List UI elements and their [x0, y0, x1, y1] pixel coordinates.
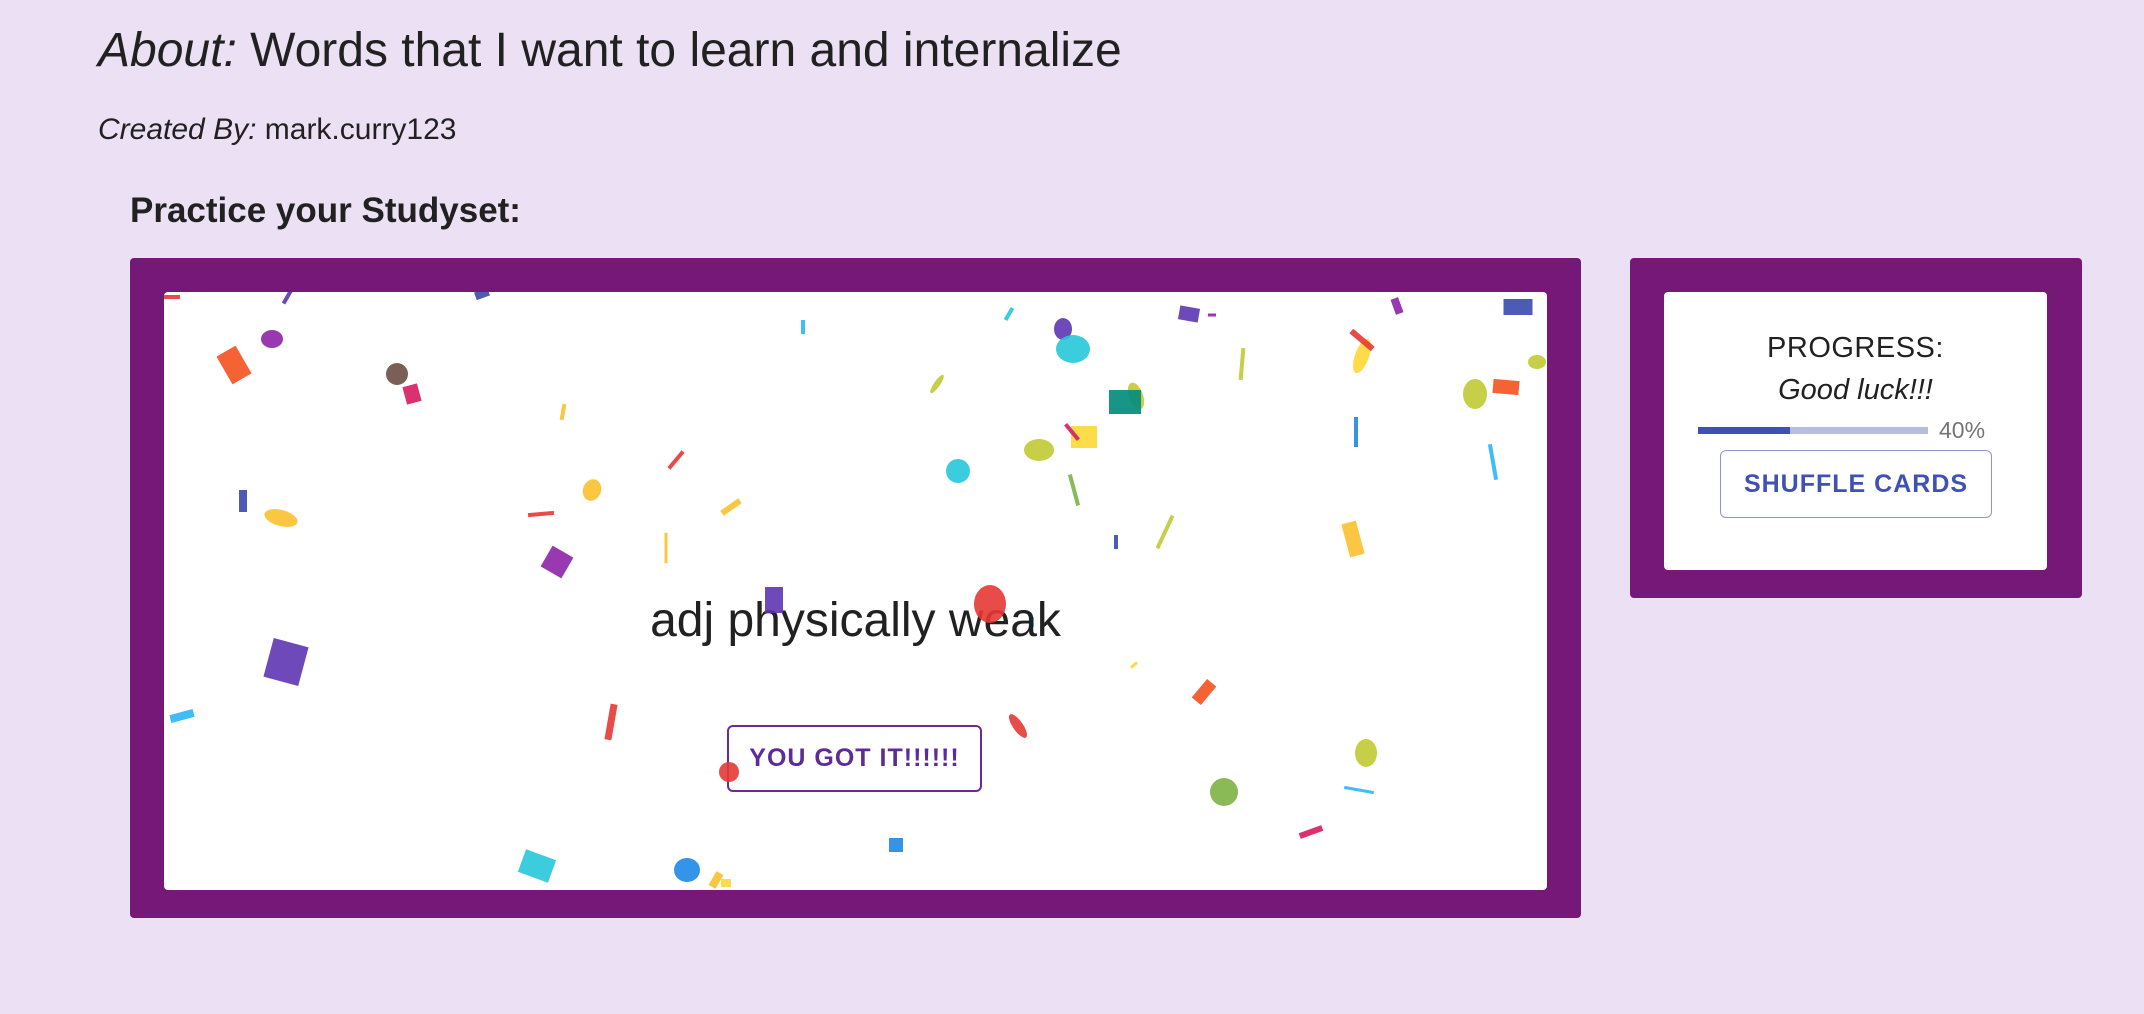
practice-heading: Practice your Studyset:	[130, 191, 521, 230]
confetti-piece	[1064, 423, 1080, 441]
confetti-piece	[674, 858, 700, 882]
progress-panel: PROGRESS: Good luck!!! 40% SHUFFLE CARDS	[1630, 258, 2082, 598]
confetti-piece	[264, 509, 298, 527]
confetti-piece	[540, 545, 574, 579]
confetti-piece	[930, 374, 944, 394]
confetti-piece	[527, 510, 555, 518]
confetti-piece	[1114, 535, 1118, 549]
confetti-piece	[1024, 439, 1054, 461]
confetti-piece	[169, 709, 195, 723]
confetti-piece	[1056, 335, 1090, 363]
confetti-piece	[889, 838, 903, 852]
confetti-piece	[1298, 825, 1324, 839]
about-text: Words that I want to learn and internali…	[250, 24, 1122, 77]
confetti-piece	[1503, 299, 1533, 315]
confetti-piece	[1177, 305, 1201, 323]
confetti-piece	[216, 345, 252, 385]
confetti-piece	[582, 479, 602, 501]
confetti-piece	[386, 363, 408, 385]
confetti-piece	[801, 320, 805, 334]
confetti-piece	[721, 879, 731, 887]
you-got-it-button[interactable]: YOU GOT IT!!!!!!	[727, 725, 982, 792]
confetti-piece	[261, 330, 283, 348]
confetti-piece	[239, 490, 247, 512]
confetti-piece	[1528, 355, 1546, 369]
confetti-piece	[1191, 678, 1217, 706]
confetti-animation	[164, 292, 1546, 889]
about-label: About:	[98, 24, 237, 77]
confetti-piece	[1355, 739, 1377, 767]
confetti-piece	[946, 459, 970, 483]
confetti-piece	[1067, 474, 1081, 506]
confetti-piece	[164, 295, 180, 299]
confetti-piece	[1109, 390, 1141, 414]
confetti-piece	[1208, 313, 1216, 317]
progress-card: PROGRESS: Good luck!!! 40% SHUFFLE CARDS	[1664, 292, 2047, 570]
created-by: Created By: mark.curry123	[98, 112, 456, 148]
progress-bar	[1698, 427, 1928, 434]
confetti-piece	[667, 450, 685, 470]
confetti-piece	[1349, 328, 1375, 352]
created-by-label: Created By:	[98, 113, 257, 146]
confetti-piece	[1129, 661, 1139, 669]
flashcard-definition: adj physically weak	[650, 594, 1061, 647]
progress-message: Good luck!!!	[1778, 374, 1933, 406]
confetti-piece	[1127, 382, 1145, 410]
confetti-piece	[1071, 426, 1097, 448]
confetti-piece	[664, 533, 668, 563]
confetti-piece	[1238, 347, 1246, 381]
progress-percent: 40%	[1939, 417, 1986, 443]
progress-title: PROGRESS:	[1767, 332, 1944, 364]
shuffle-cards-button[interactable]: SHUFFLE CARDS	[1720, 450, 1992, 518]
confetti-piece	[402, 383, 422, 405]
progress-bar-fill	[1698, 427, 1790, 434]
confetti-piece	[1492, 378, 1520, 396]
confetti-piece	[604, 703, 618, 741]
confetti-piece	[1003, 306, 1015, 322]
confetti-piece	[1054, 318, 1072, 340]
confetti-piece	[1210, 778, 1238, 806]
confetti-piece	[281, 292, 297, 305]
confetti-piece	[1155, 514, 1175, 550]
confetti-piece	[720, 498, 742, 516]
confetti-piece	[474, 292, 490, 301]
confetti-piece	[559, 403, 567, 421]
confetti-piece	[1343, 785, 1375, 795]
created-by-username: mark.curry123	[264, 113, 457, 146]
confetti-piece	[1341, 520, 1365, 558]
confetti-piece	[1008, 714, 1028, 738]
confetti-piece	[1354, 417, 1358, 447]
studyset-about: About: Words that I want to learn and in…	[98, 22, 1122, 80]
confetti-piece	[1463, 379, 1487, 409]
flashcard[interactable]: adj physically weak YOU GOT IT!!!!!!	[164, 292, 1547, 890]
confetti-piece	[1390, 297, 1404, 315]
confetti-piece	[1487, 443, 1499, 481]
flashcard-frame: adj physically weak YOU GOT IT!!!!!!	[130, 258, 1581, 918]
confetti-piece	[517, 849, 557, 883]
confetti-piece	[708, 871, 724, 889]
confetti-foreground	[719, 585, 1006, 782]
confetti-piece	[1352, 338, 1372, 374]
